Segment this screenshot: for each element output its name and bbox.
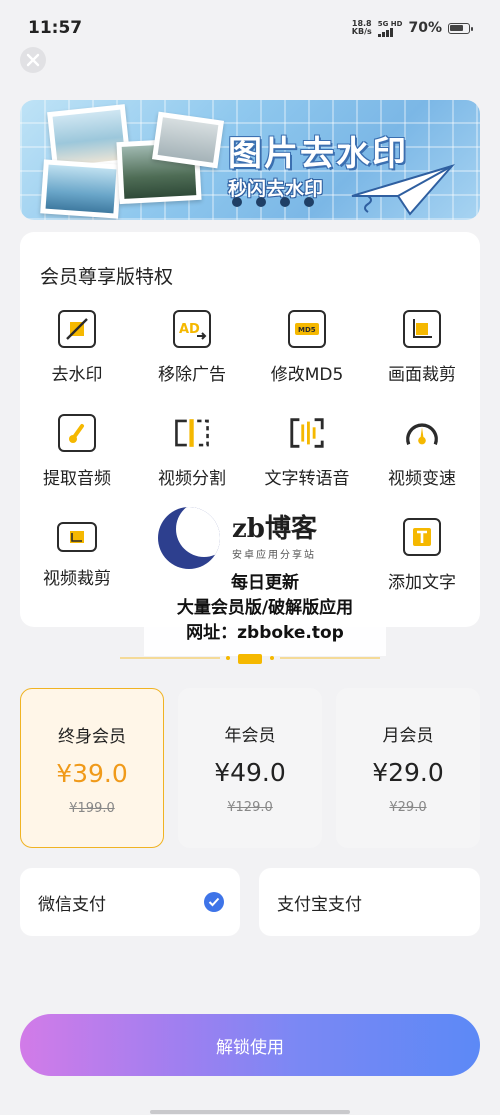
plan-name: 月会员	[382, 726, 434, 746]
carousel-dot[interactable]	[280, 197, 290, 207]
plan-options: 终身会员 ¥39.0 ¥199.0 年会员 ¥49.0 ¥129.0 月会员 ¥…	[20, 688, 480, 848]
alipay-option[interactable]: 支付宝支付	[259, 868, 480, 936]
status-time: 11:57	[28, 18, 83, 38]
privilege-text-to-speech: 文字转语音	[252, 414, 362, 489]
watermark-overlay: zb博客 安卓应用分享站 每日更新 大量会员版/破解版应用 网址：zbboke.…	[144, 500, 386, 656]
plan-price: ¥49.0	[214, 758, 286, 787]
privilege-label: 修改MD5	[270, 365, 344, 385]
speed-icon	[403, 414, 441, 452]
network-speed-unit: KB/s	[351, 27, 372, 36]
watermark-line: 每日更新	[231, 573, 299, 593]
alipay-label: 支付宝支付	[277, 894, 362, 915]
privilege-label: 文字转语音	[264, 469, 350, 489]
privilege-remove-watermark: 去水印	[22, 310, 132, 385]
network-type: 5G HD	[377, 19, 403, 28]
banner-photo	[40, 159, 122, 219]
plan-lifetime[interactable]: 终身会员 ¥39.0 ¥199.0	[20, 688, 164, 848]
plan-price: ¥39.0	[56, 759, 128, 788]
plan-name: 终身会员	[58, 727, 126, 747]
plan-monthly[interactable]: 月会员 ¥29.0 ¥29.0	[336, 688, 480, 848]
plan-original-price: ¥129.0	[227, 800, 273, 815]
remove-watermark-icon	[58, 310, 96, 348]
unlock-button[interactable]: 解锁使用	[20, 1014, 480, 1076]
battery-percent: 70%	[408, 20, 442, 36]
watermark-brand: zb博客	[232, 514, 317, 544]
privilege-label: 去水印	[51, 365, 103, 385]
privilege-md5: MD5 修改MD5	[252, 310, 362, 385]
carousel-dots[interactable]	[232, 197, 314, 207]
privilege-extract-audio: 提取音频	[22, 414, 132, 489]
privilege-remove-ads: AD 移除广告	[137, 310, 247, 385]
check-icon	[204, 892, 224, 912]
watermark-line: 大量会员版/破解版应用	[176, 598, 354, 618]
carousel-dot[interactable]	[304, 197, 314, 207]
battery-icon	[448, 22, 473, 34]
plan-original-price: ¥29.0	[389, 800, 427, 815]
privilege-label: 视频变速	[388, 469, 456, 489]
video-split-icon	[173, 414, 211, 452]
status-indicators: 18.8 KB/s 5G HD 70%	[352, 19, 473, 37]
watermark-tagline: 安卓应用分享站	[232, 550, 316, 561]
status-bar: 11:57 18.8 KB/s 5G HD 70%	[0, 0, 500, 56]
close-icon	[26, 53, 40, 67]
crop-icon	[403, 310, 441, 348]
wechat-pay-label: 微信支付	[38, 894, 106, 915]
plan-yearly[interactable]: 年会员 ¥49.0 ¥129.0	[178, 688, 322, 848]
svg-text:AD: AD	[179, 322, 200, 337]
plan-name: 年会员	[224, 726, 276, 746]
home-indicator[interactable]	[150, 1110, 350, 1114]
watermark-logo	[158, 507, 220, 569]
add-text-icon	[403, 518, 441, 556]
privilege-label: 视频裁剪	[43, 569, 111, 589]
network-speed: 18.8 KB/s	[352, 20, 372, 36]
svg-text:MD5: MD5	[298, 326, 316, 334]
privilege-label: 提取音频	[43, 469, 111, 489]
plan-original-price: ¥199.0	[69, 801, 115, 816]
extract-audio-icon	[58, 414, 96, 452]
carousel-dot[interactable]	[232, 197, 242, 207]
carousel-dot[interactable]	[256, 197, 266, 207]
privilege-label: 视频分割	[158, 469, 226, 489]
privilege-label: 画面裁剪	[388, 365, 456, 385]
signal-icon: 5G HD	[377, 19, 403, 37]
watermark-line: 网址：zbboke.top	[186, 623, 344, 643]
privileges-title: 会员尊享版特权	[40, 266, 174, 288]
paper-plane-icon	[351, 164, 456, 216]
plan-price: ¥29.0	[372, 758, 444, 787]
close-button[interactable]	[20, 47, 46, 73]
text-to-speech-icon	[288, 414, 326, 452]
privilege-video-split: 视频分割	[137, 414, 247, 489]
privilege-crop: 画面裁剪	[367, 310, 477, 385]
divider-ornament	[120, 654, 380, 664]
unlock-label: 解锁使用	[216, 1037, 284, 1058]
wechat-pay-option[interactable]: 微信支付	[20, 868, 240, 936]
md5-icon: MD5	[288, 310, 326, 348]
privilege-speed: 视频变速	[367, 414, 477, 489]
promo-banner[interactable]: 图片去水印 秒闪去水印	[20, 100, 480, 220]
remove-ads-icon: AD	[173, 310, 211, 348]
privilege-label: 移除广告	[158, 365, 226, 385]
privilege-video-crop: 视频裁剪	[22, 518, 132, 589]
banner-photo	[151, 111, 225, 169]
video-crop-icon	[57, 522, 97, 552]
